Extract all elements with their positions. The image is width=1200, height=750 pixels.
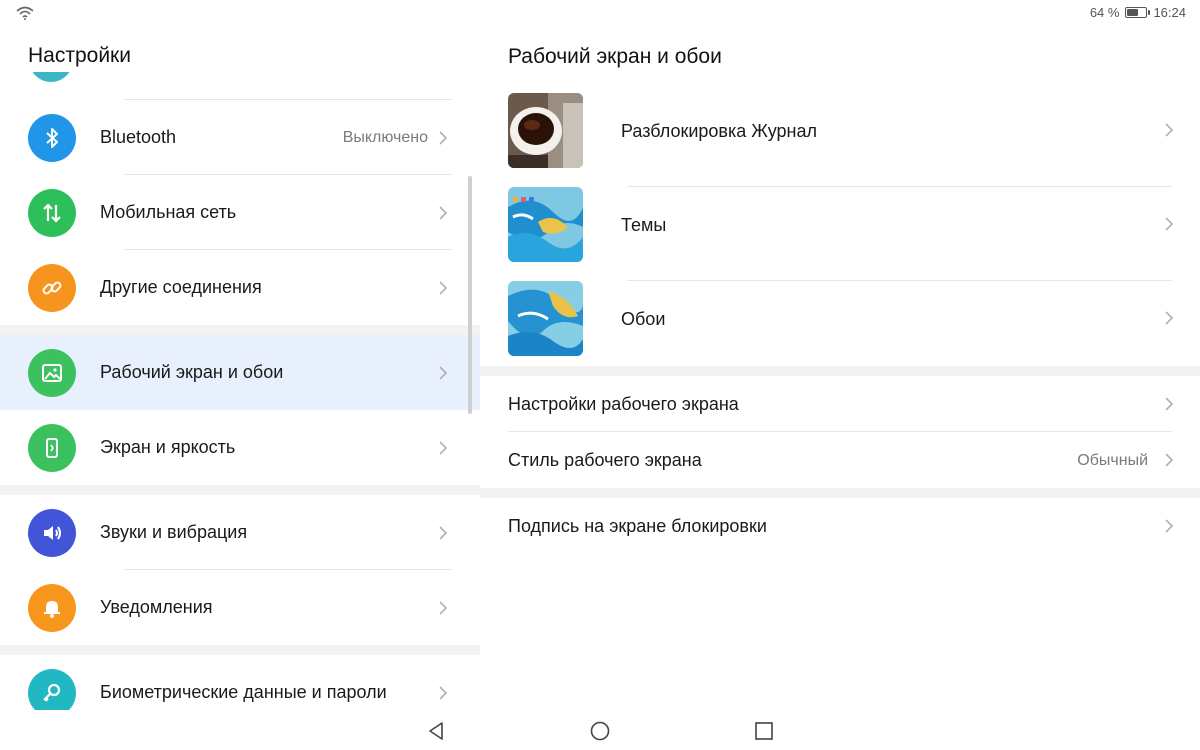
chevron-right-icon xyxy=(1165,217,1174,231)
row-home-screen-style[interactable]: Стиль рабочего экрана Обычный xyxy=(480,432,1200,488)
chevron-right-icon xyxy=(439,131,448,145)
settings-item-label: Уведомления xyxy=(100,597,213,617)
settings-item-label: Мобильная сеть xyxy=(100,202,237,222)
blue-marble-theme-thumbnail xyxy=(508,187,583,262)
settings-item-display-brightness[interactable]: Экран и яркость xyxy=(0,410,480,485)
row-value: Обычный xyxy=(1077,452,1148,469)
battery-percent: 64 % xyxy=(1089,5,1120,20)
settings-item-biometrics-passwords[interactable]: Биометрические данные и пароли xyxy=(0,655,480,710)
settings-item-value: Выключено xyxy=(342,128,428,146)
partial-list-icon xyxy=(29,72,73,86)
clock: 16:24 xyxy=(1153,5,1186,20)
display-icon xyxy=(28,424,76,472)
home-icon[interactable] xyxy=(589,720,611,742)
row-label: Стиль рабочего экрана xyxy=(508,450,702,470)
back-icon[interactable] xyxy=(425,720,447,742)
wifi-icon xyxy=(16,6,34,20)
blue-marble-wallpaper-thumbnail xyxy=(508,281,583,356)
settings-item-mobile-network[interactable]: Мобильная сеть xyxy=(0,175,480,250)
chevron-right-icon xyxy=(439,281,448,295)
battery-icon xyxy=(1125,7,1151,18)
chevron-right-icon xyxy=(1165,123,1174,137)
row-label: Настройки рабочего экрана xyxy=(508,394,739,414)
scrollbar[interactable] xyxy=(468,176,472,414)
page-title: Настройки xyxy=(28,44,131,67)
recents-icon[interactable] xyxy=(753,720,775,742)
key-icon xyxy=(28,669,76,710)
settings-item-label: Звуки и вибрация xyxy=(100,522,248,542)
row-magazine-unlock[interactable]: Разблокировка Журнал xyxy=(480,93,1200,187)
coffee-cup-thumbnail xyxy=(508,93,583,168)
settings-item-label: Bluetooth xyxy=(100,127,177,147)
settings-item-sounds-vibration[interactable]: Звуки и вибрация xyxy=(0,495,480,570)
chevron-right-icon xyxy=(439,601,448,615)
chevron-right-icon xyxy=(439,206,448,220)
row-lock-screen-signature[interactable]: Подпись на экране блокировки xyxy=(480,498,1200,554)
link-icon xyxy=(28,264,76,312)
row-home-screen-settings[interactable]: Настройки рабочего экрана xyxy=(480,376,1200,432)
wallpaper-icon xyxy=(28,349,76,397)
row-label: Подпись на экране блокировки xyxy=(508,516,767,536)
settings-item-label: Другие соединения xyxy=(100,277,262,297)
mobile-network-icon xyxy=(28,189,76,237)
settings-item-label: Биометрические данные и пароли xyxy=(100,682,387,702)
settings-item-bluetooth[interactable]: Bluetooth Выключено xyxy=(0,100,480,175)
row-label: Обои xyxy=(621,309,666,329)
status-bar: 64 % 16:24 xyxy=(0,0,1200,28)
chevron-right-icon xyxy=(1165,311,1174,325)
chevron-right-icon xyxy=(439,441,448,455)
row-wallpapers[interactable]: Обои xyxy=(480,281,1200,366)
chevron-right-icon xyxy=(439,366,448,380)
settings-item-notifications[interactable]: Уведомления xyxy=(0,570,480,645)
bell-icon xyxy=(28,584,76,632)
settings-item-label: Рабочий экран и обои xyxy=(100,362,284,382)
settings-item-other-connections[interactable]: Другие соединения xyxy=(0,250,480,325)
bluetooth-icon xyxy=(28,114,76,162)
detail-title: Рабочий экран и обои xyxy=(508,45,722,68)
chevron-right-icon xyxy=(439,526,448,540)
chevron-right-icon xyxy=(1165,397,1174,411)
chevron-right-icon xyxy=(1165,453,1174,467)
row-themes[interactable]: Темы xyxy=(480,187,1200,281)
row-label: Темы xyxy=(621,215,667,235)
volume-icon xyxy=(28,509,76,557)
settings-item-home-screen-wallpaper[interactable]: Рабочий экран и обои xyxy=(0,335,480,410)
chevron-right-icon xyxy=(439,686,448,700)
settings-list-pane: Настройки Bluetooth Выключено Мобильная … xyxy=(0,28,480,710)
settings-item-label: Экран и яркость xyxy=(100,437,236,457)
chevron-right-icon xyxy=(1165,519,1174,533)
settings-list: Bluetooth Выключено Мобильная сеть Други… xyxy=(0,100,480,710)
navigation-bar xyxy=(0,710,1200,750)
detail-pane: Рабочий экран и обои Разблокировка Журна… xyxy=(480,28,1200,710)
row-label: Разблокировка Журнал xyxy=(621,121,817,141)
